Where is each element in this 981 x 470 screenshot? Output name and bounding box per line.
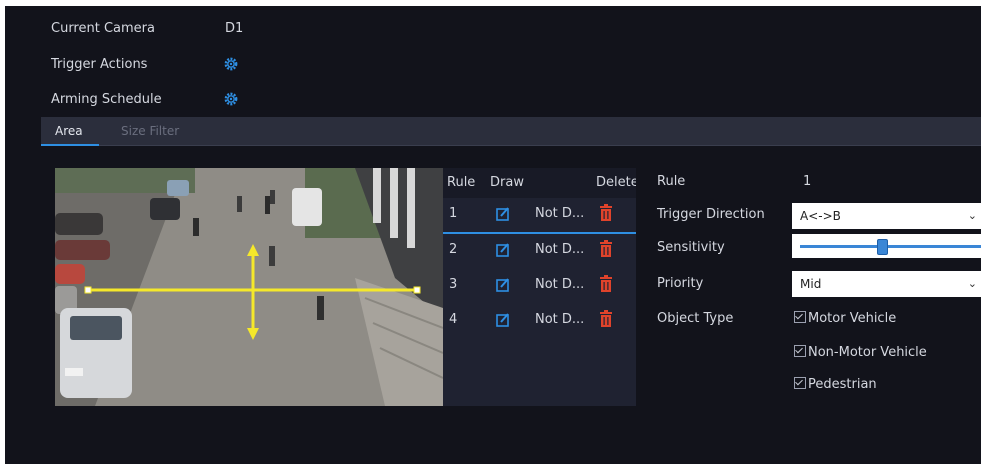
rule-value: 1 (803, 174, 812, 189)
draw-status: Not D... (535, 312, 585, 327)
edit-icon[interactable] (495, 206, 511, 222)
checkbox-icon[interactable] (794, 311, 806, 323)
col-header-delete: Delete (596, 175, 636, 190)
table-row[interactable]: 1 Not D... (443, 198, 636, 234)
draw-status: Not D... (535, 242, 585, 257)
tab-bar: Area Size Filter (41, 117, 981, 146)
edit-icon[interactable] (495, 277, 511, 293)
rule-number: 1 (449, 206, 458, 221)
motor-vehicle-label: Motor Vehicle (808, 311, 897, 326)
camera-preview[interactable] (55, 168, 443, 406)
rules-table-header: Rule Draw Delete (443, 168, 636, 198)
tab-area[interactable]: Area (41, 117, 99, 146)
chevron-down-icon: ⌄ (967, 277, 977, 290)
col-header-rule: Rule (447, 175, 476, 190)
chevron-down-icon: ⌄ (967, 209, 977, 222)
trash-icon[interactable] (599, 204, 613, 222)
tab-size-filter[interactable]: Size Filter (111, 117, 189, 145)
trash-icon[interactable] (599, 240, 613, 258)
rule-number: 4 (449, 312, 458, 327)
edit-icon[interactable] (495, 312, 511, 328)
sensitivity-label: Sensitivity (657, 240, 725, 255)
pedestrian-label: Pedestrian (808, 377, 877, 392)
draw-status: Not D... (535, 277, 585, 292)
current-camera-label: Current Camera (51, 21, 155, 36)
table-row[interactable]: 3 Not D... (443, 269, 636, 303)
gear-icon[interactable] (224, 57, 238, 71)
priority-select[interactable]: Mid ⌄ (792, 271, 981, 297)
trigger-actions-label: Trigger Actions (51, 57, 148, 72)
pedestrian-checkbox[interactable]: Pedestrian (794, 377, 877, 392)
trigger-direction-label: Trigger Direction (657, 207, 765, 222)
table-row[interactable]: 2 Not D... (443, 234, 636, 268)
rule-label: Rule (657, 174, 686, 189)
rules-table: Rule Draw Delete 1 Not D... 2 Not D... 3… (443, 168, 636, 406)
current-camera-value: D1 (225, 21, 244, 36)
gear-icon[interactable] (224, 92, 238, 106)
slider-track (800, 245, 981, 248)
trigger-direction-value: A<->B (800, 209, 841, 223)
rule-number: 2 (449, 242, 458, 257)
app-window: Current Camera D1 Trigger Actions Arming… (5, 6, 981, 464)
rule-number: 3 (449, 277, 458, 292)
col-header-draw: Draw (490, 175, 524, 190)
trigger-direction-select[interactable]: A<->B ⌄ (792, 203, 981, 229)
draw-status: Not D... (535, 206, 585, 221)
sensitivity-slider[interactable] (792, 234, 981, 258)
non-motor-vehicle-label: Non-Motor Vehicle (808, 345, 927, 360)
slider-handle[interactable] (877, 239, 889, 255)
table-row[interactable]: 4 Not D... (443, 304, 636, 338)
arming-schedule-label: Arming Schedule (51, 92, 162, 107)
object-type-label: Object Type (657, 311, 734, 326)
trash-icon[interactable] (599, 275, 613, 293)
motor-vehicle-checkbox[interactable]: Motor Vehicle (794, 311, 896, 326)
priority-value: Mid (800, 277, 822, 291)
trash-icon[interactable] (599, 310, 613, 328)
checkbox-icon[interactable] (794, 345, 806, 357)
edit-icon[interactable] (495, 242, 511, 258)
checkbox-icon[interactable] (794, 377, 806, 389)
camera-scene-image (55, 168, 443, 406)
priority-label: Priority (657, 276, 704, 291)
non-motor-vehicle-checkbox[interactable]: Non-Motor Vehicle (794, 345, 927, 360)
